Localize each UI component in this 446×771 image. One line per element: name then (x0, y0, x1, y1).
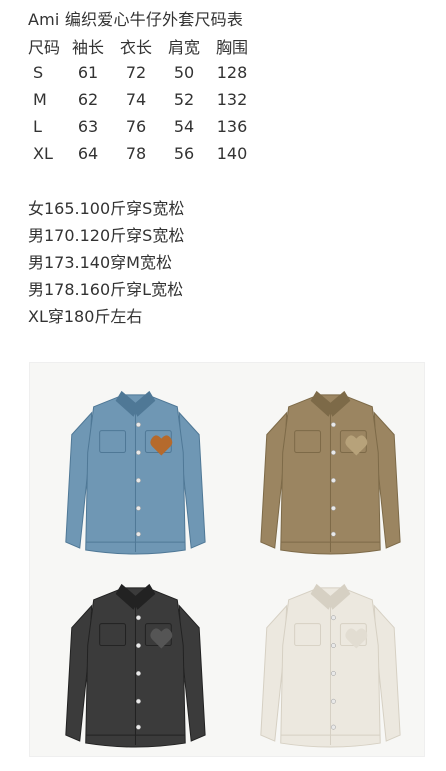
size-cell: M (33, 90, 47, 109)
fit-note: 男173.140穿M宽松 (28, 252, 172, 272)
length-cell: 74 (125, 90, 147, 109)
chest-cell: 132 (216, 90, 248, 109)
size-chart-title: Ami 编织爱心牛仔外套尺码表 (28, 10, 244, 29)
size-cell: L (33, 117, 42, 136)
length-cell: 78 (125, 144, 147, 163)
fit-notes: 女165.100斤穿S宽松 男170.120斤穿S宽松 男173.140穿M宽松… (28, 193, 184, 328)
size-table-header: 尺码 袖长 衣长 肩宽 胸围 (28, 32, 256, 59)
shoulder-cell: 56 (173, 144, 195, 163)
header-shoulder: 肩宽 (167, 37, 200, 57)
size-cell: XL (33, 144, 53, 163)
product-photo (29, 362, 425, 757)
chest-cell: 136 (216, 117, 248, 136)
fit-note: 男178.160斤穿L宽松 (28, 279, 184, 299)
table-row: M 62 74 52 132 (28, 86, 256, 113)
chest-cell: 128 (216, 63, 248, 82)
sleeve-cell: 62 (77, 90, 99, 109)
chest-cell: 140 (216, 144, 248, 163)
table-row: XL 64 78 56 140 (28, 140, 256, 167)
length-cell: 72 (125, 63, 147, 82)
cream-jacket (260, 583, 401, 748)
khaki-jacket (260, 390, 401, 555)
fit-note: XL穿180斤左右 (28, 306, 143, 326)
fit-note: 女165.100斤穿S宽松 (28, 198, 185, 218)
sleeve-cell: 61 (77, 63, 99, 82)
shoulder-cell: 52 (173, 90, 195, 109)
length-cell: 76 (125, 117, 147, 136)
blue-denim-jacket (65, 390, 206, 555)
header-sleeve: 袖长 (71, 37, 104, 57)
black-jacket (65, 583, 206, 748)
sleeve-cell: 64 (77, 144, 99, 163)
shoulder-cell: 50 (173, 63, 195, 82)
header-size: 尺码 (28, 37, 61, 57)
fit-note: 男170.120斤穿S宽松 (28, 225, 185, 245)
sleeve-cell: 63 (77, 117, 99, 136)
shoulder-cell: 54 (173, 117, 195, 136)
header-length: 衣长 (119, 37, 152, 57)
size-cell: S (33, 63, 44, 82)
table-row: S 61 72 50 128 (28, 59, 256, 86)
size-table: 尺码 袖长 衣长 肩宽 胸围 S 61 72 50 128 M 62 74 52… (28, 32, 256, 167)
table-row: L 63 76 54 136 (28, 113, 256, 140)
header-chest: 胸围 (215, 37, 248, 57)
